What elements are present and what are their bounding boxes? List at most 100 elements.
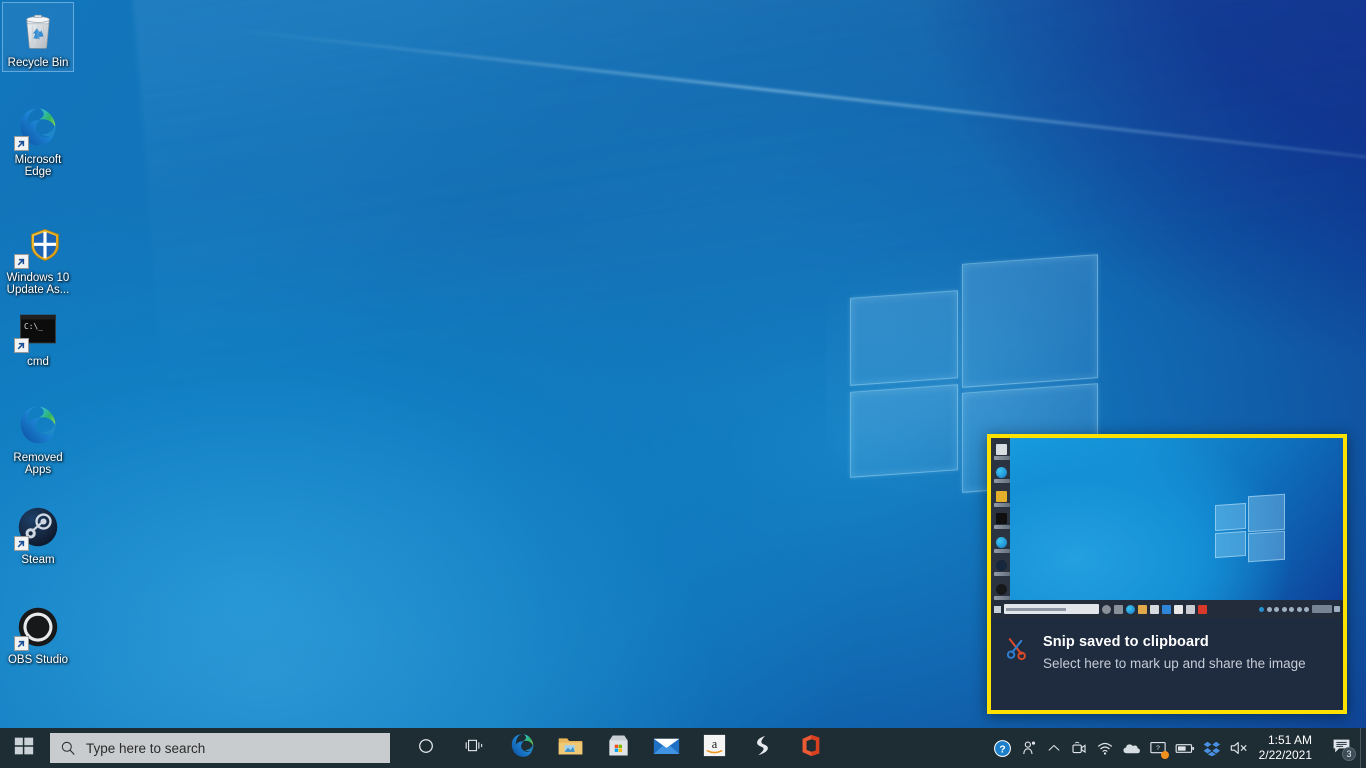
display-tray-icon[interactable]: ? <box>1145 728 1171 768</box>
taskbar[interactable]: Type here to search <box>0 728 1366 768</box>
thumb-icon-recycle-bin <box>994 444 1010 460</box>
task-view-button[interactable] <box>450 728 498 768</box>
thumb-pane-tr <box>1248 494 1285 533</box>
desktop-icon-cmd[interactable]: C:\_ cmd <box>2 302 74 370</box>
thumbnail-icon-column <box>991 438 1010 600</box>
desktop-icon-label: Microsoft Edge <box>3 154 73 179</box>
volume-tray-icon[interactable] <box>1225 728 1253 768</box>
notification-toast[interactable]: Snip saved to clipboard Select here to m… <box>987 434 1347 714</box>
system-tray: ? <box>989 728 1366 768</box>
task-view-icon <box>464 736 485 760</box>
recycle-bin-icon <box>14 6 62 54</box>
office-button[interactable] <box>786 728 834 768</box>
amazon-icon: a <box>703 734 726 762</box>
microsoft-office-icon <box>799 733 822 763</box>
shortcut-arrow-icon <box>14 636 29 651</box>
desktop-icon-windows-update-assistant[interactable]: Windows 10 Update As... <box>2 218 74 299</box>
desktop-icon-obs-studio[interactable]: OBS Studio <box>2 600 74 668</box>
shortcut-arrow-icon <box>14 338 29 353</box>
command-prompt-icon: C:\_ <box>14 305 62 353</box>
windows-update-shield-icon <box>14 221 62 269</box>
thumb-amazon-icon <box>1174 605 1183 614</box>
notification-body[interactable]: Snip saved to clipboard Select here to m… <box>991 618 1343 710</box>
desktop-icon-label: Removed Apps <box>3 452 73 477</box>
desktop-icon-label: Windows 10 Update As... <box>3 272 73 297</box>
thumb-icon-obs <box>994 584 1010 600</box>
microsoft-edge-icon <box>14 401 62 449</box>
mail-button[interactable] <box>642 728 690 768</box>
file-explorer-button[interactable] <box>546 728 594 768</box>
thumb-taskview-icon <box>1114 605 1123 614</box>
thumbnail-taskbar <box>991 600 1343 618</box>
alert-dot <box>1161 751 1169 759</box>
thumbnail-wallpaper <box>1009 438 1343 600</box>
people-tray-icon[interactable] <box>1016 728 1042 768</box>
cortana-button[interactable] <box>402 728 450 768</box>
thumb-pane-tl <box>1215 503 1246 531</box>
hero-pane-bottom-left <box>850 384 958 478</box>
thumb-tray <box>1259 605 1340 613</box>
search-input[interactable]: Type here to search <box>50 733 390 763</box>
search-icon <box>60 740 76 756</box>
microsoft-edge-icon <box>509 732 536 764</box>
taskbar-buttons: a <box>402 728 834 768</box>
thumb-pane-br <box>1248 531 1285 563</box>
snip-and-sketch-icon <box>1005 636 1031 662</box>
desktop[interactable]: Recycle Bin <box>0 0 1366 768</box>
mail-envelope-icon <box>653 735 680 761</box>
svg-text:?: ? <box>1156 745 1160 752</box>
desktop-icon-label: Steam <box>21 554 54 566</box>
hero-pane-top-left <box>850 290 958 386</box>
microsoft-edge-icon <box>14 103 62 151</box>
cortana-circle-icon <box>417 737 435 760</box>
thumb-pane-bl <box>1215 531 1246 558</box>
show-desktop-button[interactable] <box>1360 728 1366 768</box>
desktop-icon-label: cmd <box>27 356 49 368</box>
action-center-button[interactable]: 3 <box>1322 728 1360 768</box>
clock-time: 1:51 AM <box>1268 733 1312 748</box>
search-placeholder: Type here to search <box>86 741 205 756</box>
thumb-icon-edge <box>994 467 1010 483</box>
help-tray-icon[interactable]: ? <box>989 728 1016 768</box>
svg-text:?: ? <box>999 744 1005 755</box>
thumb-office-icon <box>1198 605 1207 614</box>
microsoft-store-button[interactable] <box>594 728 642 768</box>
notification-text: Snip saved to clipboard Select here to m… <box>1043 634 1327 700</box>
lightning-bolt-icon <box>752 734 773 762</box>
thumb-icon-steam <box>994 560 1010 576</box>
svg-text:C:\_: C:\_ <box>24 322 43 331</box>
hero-pane-top-right <box>962 254 1098 388</box>
thumb-store-icon <box>1150 605 1159 614</box>
camera-tray-icon[interactable] <box>1066 728 1092 768</box>
desktop-icon-removed-apps[interactable]: Removed Apps <box>2 398 74 479</box>
dropbox-tray-icon[interactable] <box>1199 728 1225 768</box>
thumb-search-box <box>1004 604 1099 614</box>
desktop-icon-steam[interactable]: Steam <box>2 500 74 568</box>
taskbar-clock[interactable]: 1:51 AM 2/22/2021 <box>1253 728 1322 768</box>
thumb-lightning-icon <box>1186 605 1195 614</box>
windows-logo-icon <box>14 736 34 761</box>
action-center-badge: 3 <box>1342 747 1356 761</box>
shortcut-arrow-icon <box>14 536 29 551</box>
thumb-cortana-icon <box>1102 605 1111 614</box>
battery-tray-icon[interactable] <box>1171 728 1199 768</box>
start-button[interactable] <box>0 728 48 768</box>
desktop-icon-recycle-bin[interactable]: Recycle Bin <box>2 2 74 72</box>
show-hidden-icons[interactable] <box>1042 728 1066 768</box>
thumb-edge-icon <box>1126 605 1135 614</box>
thumb-icon-cmd <box>994 513 1010 529</box>
shortcut-arrow-icon <box>14 254 29 269</box>
thumb-mail-icon <box>1162 605 1171 614</box>
thumbnail-windows-logo-icon <box>1214 494 1286 560</box>
obs-studio-icon <box>14 603 62 651</box>
thumb-icon-removed-apps <box>994 537 1010 553</box>
clock-date: 2/22/2021 <box>1259 748 1312 763</box>
notification-thumbnail[interactable] <box>991 438 1343 618</box>
amazon-button[interactable]: a <box>690 728 738 768</box>
network-tray-icon[interactable] <box>1092 728 1118 768</box>
desktop-icon-microsoft-edge[interactable]: Microsoft Edge <box>2 100 74 181</box>
desktop-icon-label: Recycle Bin <box>8 57 69 69</box>
onedrive-tray-icon[interactable] <box>1118 728 1145 768</box>
lightning-button[interactable] <box>738 728 786 768</box>
edge-button[interactable] <box>498 728 546 768</box>
